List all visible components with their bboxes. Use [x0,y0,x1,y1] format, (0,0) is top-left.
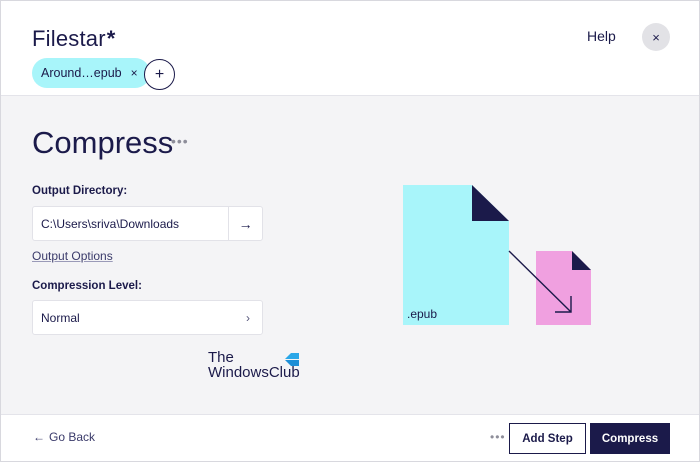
filestar-window: Filestar* Help × Around…epub × + Compres… [0,0,700,462]
help-link[interactable]: Help [587,28,616,44]
more-options-icon[interactable]: ••• [171,133,189,149]
app-header: Filestar* Help × Around…epub × + [1,1,699,96]
compress-illustration: .epub [403,185,593,326]
arrow-right-icon: → [238,215,253,232]
footer-bar: ← Go Back ••• Add Step Compress [1,414,699,461]
windows-logo-icon [285,353,299,366]
output-options-link[interactable]: Output Options [32,249,113,263]
go-back-label: Go Back [49,430,96,444]
compression-level-label: Compression Level: [32,280,142,292]
add-step-button[interactable]: Add Step [509,423,586,454]
file-compress-graphic [403,185,591,325]
go-back-button[interactable]: ← Go Back [33,430,95,444]
file-extension-label: .epub [407,307,438,321]
page-title: Compress [32,125,174,160]
watermark: The WindowsClub [208,350,308,380]
main-panel: Compress ••• Output Directory: → Output … [1,96,699,414]
plus-icon: + [154,65,165,83]
file-chip[interactable]: Around…epub × [32,58,150,88]
app-logo: Filestar* [32,26,116,52]
arrow-left-icon: ← [33,430,45,444]
file-chip-label: Around…epub [41,66,122,80]
output-directory-input[interactable] [33,207,229,240]
footer-more-icon[interactable]: ••• [490,430,506,444]
compression-level-select[interactable]: Normal › [32,300,263,335]
compress-button[interactable]: Compress [590,423,670,454]
output-directory-label: Output Directory: [32,185,128,197]
output-directory-field: → [32,206,263,241]
add-file-button[interactable]: + [144,59,175,90]
watermark-line2: WindowsClub [208,364,300,381]
brand-name: Filestar [32,26,106,51]
compression-level-value: Normal [41,310,80,325]
close-icon: × [652,29,660,45]
chevron-right-icon: › [246,310,250,325]
close-button[interactable]: × [642,23,670,51]
brand-star: * [106,26,116,51]
browse-directory-button[interactable]: → [228,207,262,240]
remove-file-icon[interactable]: × [131,66,138,80]
